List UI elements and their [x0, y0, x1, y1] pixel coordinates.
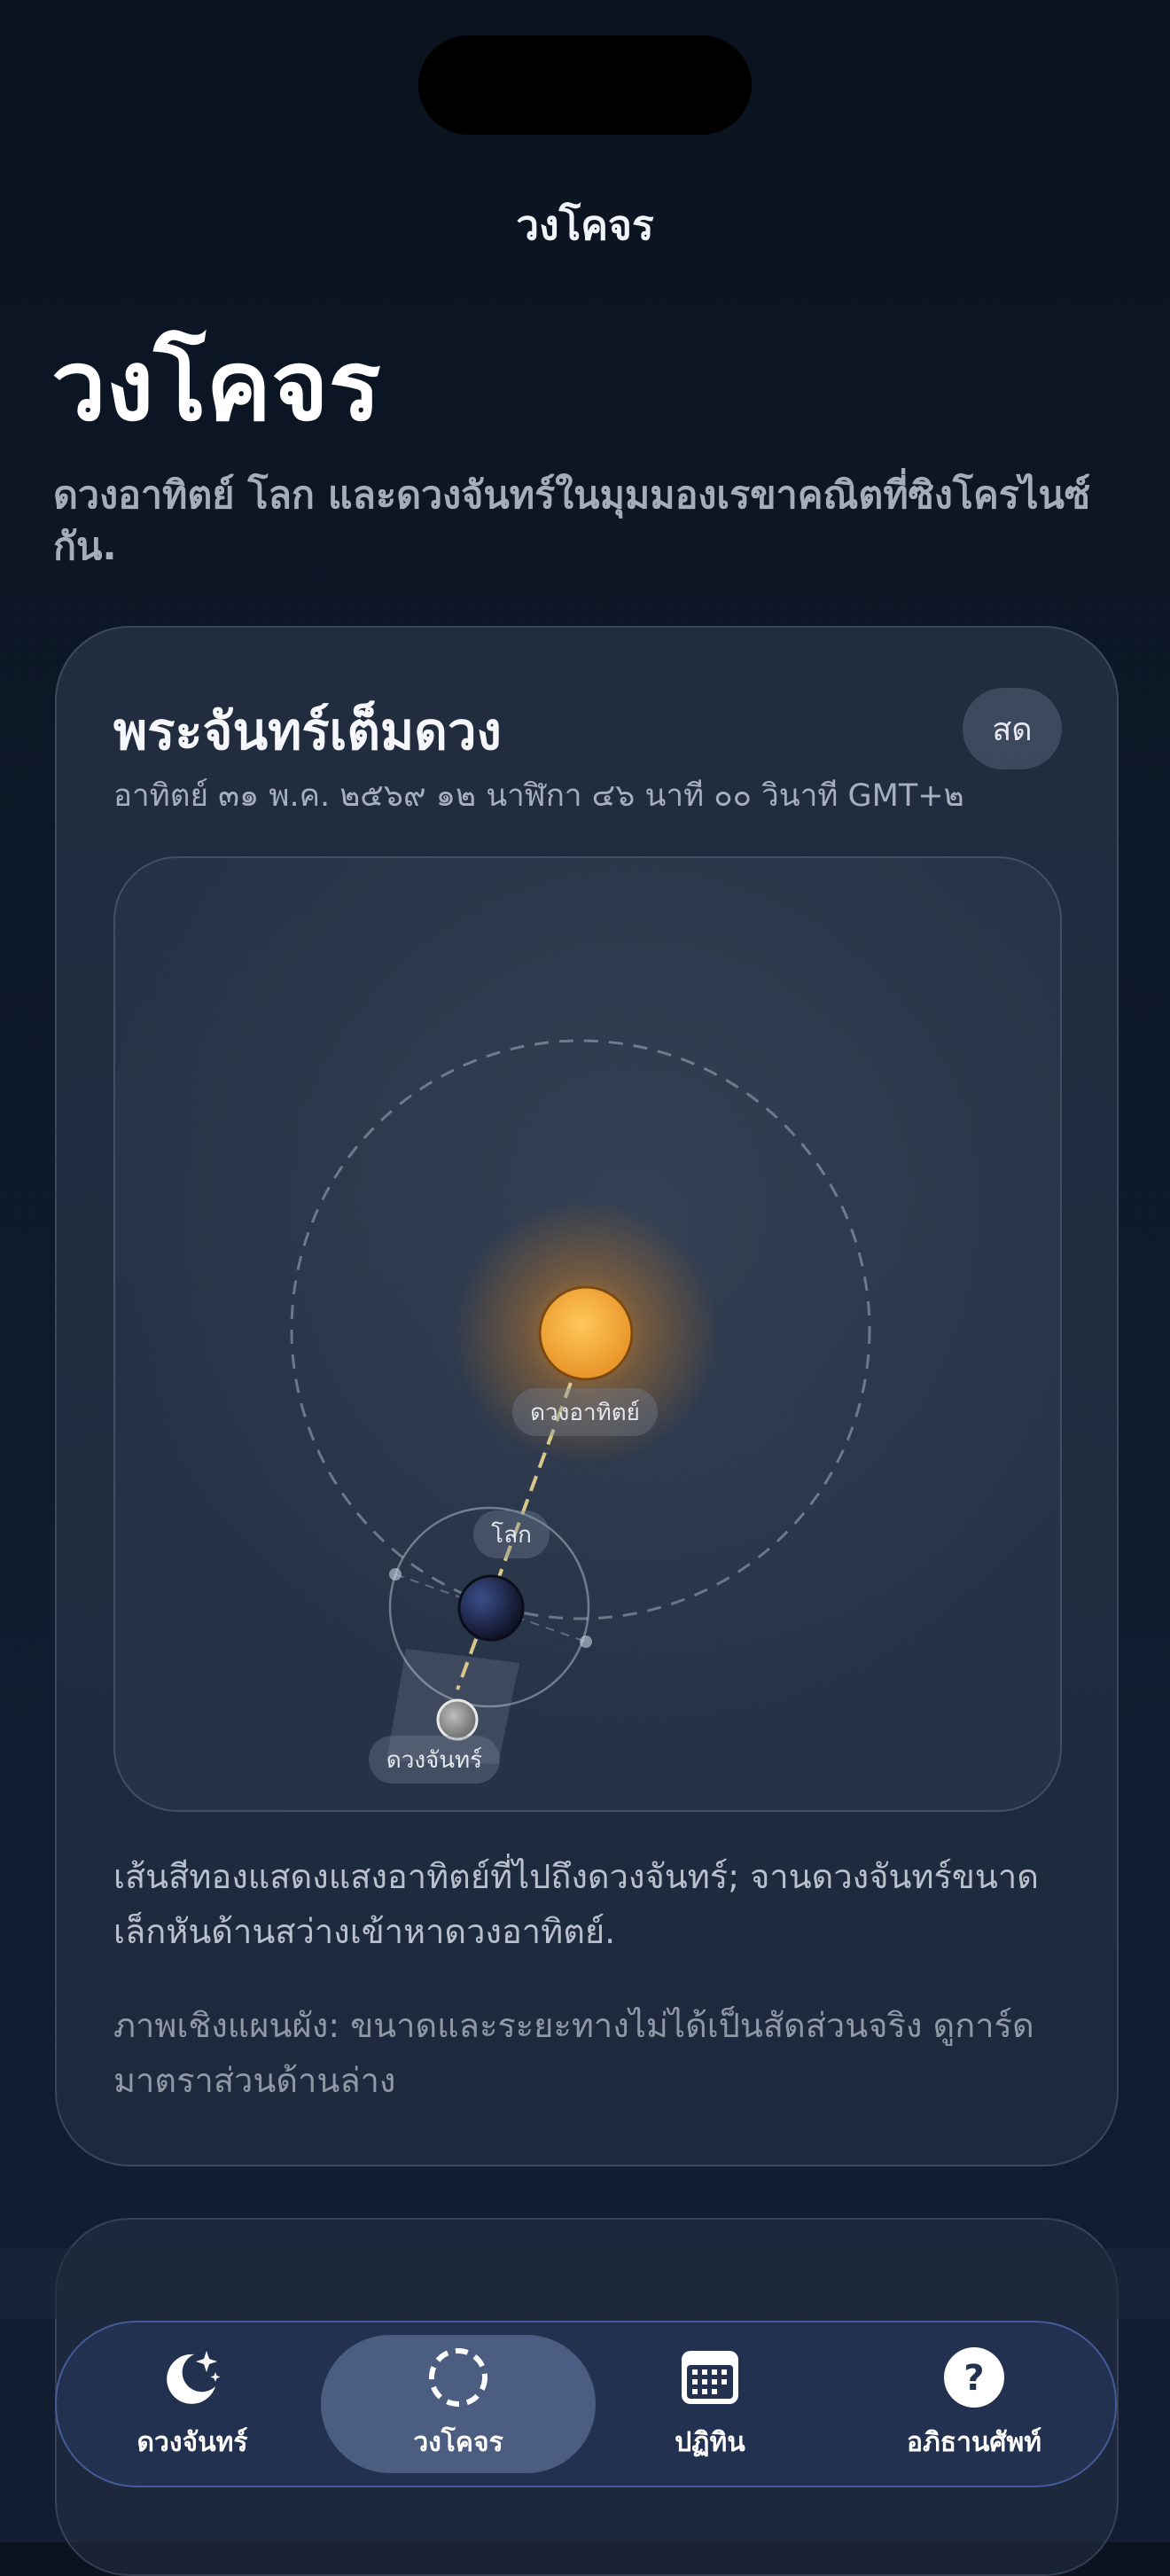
tab-calendar-label: ปฏิทิน [675, 2426, 745, 2458]
nav-title: วงโคจร [516, 201, 654, 249]
sun [538, 1285, 634, 1381]
scale-note: ภาพเชิงแผนผัง: ขนาดและระยะทางไม่ได้เป็นส… [113, 2006, 1034, 2100]
sunlight-note: เส้นสีทองแสดงแสงอาทิตย์ที่ไปถึงดวงจันทร์… [113, 1857, 1039, 1951]
tab-moon[interactable]: ดวงจันทร์ [64, 2335, 321, 2473]
dynamic-island [418, 35, 752, 135]
page-subtitle: ดวงอาทิตย์ โลก และดวงจันทร์ในมุมมองเรขาค… [53, 473, 1091, 569]
orbit-circle-icon [426, 2346, 490, 2409]
orbit-diagram: ดวงอาทิตย์ โลก ดวงจันทร์ [113, 856, 1062, 1812]
earth [457, 1574, 525, 1642]
orbit-node-right [580, 1635, 592, 1648]
tab-bar: ดวงจันทร์ วงโคจร ปฏิทิน ? อภิธานศัพท์ [55, 2321, 1117, 2487]
live-badge[interactable]: สด [963, 688, 1062, 769]
tab-orbit-label: วงโคจร [413, 2426, 503, 2458]
scroll-edge-band [0, 2248, 1170, 2319]
svg-text:?: ? [963, 2358, 984, 2399]
calendar-icon [678, 2346, 742, 2409]
orbit-svg: ดวงอาทิตย์ โลก ดวงจันทร์ [290, 1039, 871, 1784]
tab-moon-label: ดวงจันทร์ [136, 2426, 248, 2458]
orbit-card: พระจันทร์เต็มดวง สด อาทิตย์ ๓๑ พ.ค. ๒๕๖๙… [55, 626, 1119, 2166]
sun-label: ดวงอาทิตย์ [530, 1400, 640, 1426]
tab-glossary-label: อภิธานศัพท์ [906, 2426, 1042, 2458]
earth-label: โลก [491, 1521, 532, 1549]
moon-stars-icon [160, 2346, 224, 2409]
moon [436, 1698, 479, 1741]
question-icon: ? [942, 2346, 1006, 2409]
moon-label: ดวงจันทร์ [386, 1747, 482, 1774]
tab-calendar[interactable]: ปฏิทิน [581, 2335, 838, 2473]
page-title: วงโคจร [51, 329, 381, 442]
phase-title: พระจันทร์เต็มดวง [113, 701, 502, 761]
phase-date: อาทิตย์ ๓๑ พ.ค. ๒๕๖๙ ๑๒ นาฬิกา ๔๖ นาที ๐… [113, 778, 964, 814]
orbit-node-left [389, 1568, 402, 1581]
tab-orbit[interactable]: วงโคจร [321, 2335, 596, 2473]
tab-glossary[interactable]: ? อภิธานศัพท์ [846, 2335, 1103, 2473]
